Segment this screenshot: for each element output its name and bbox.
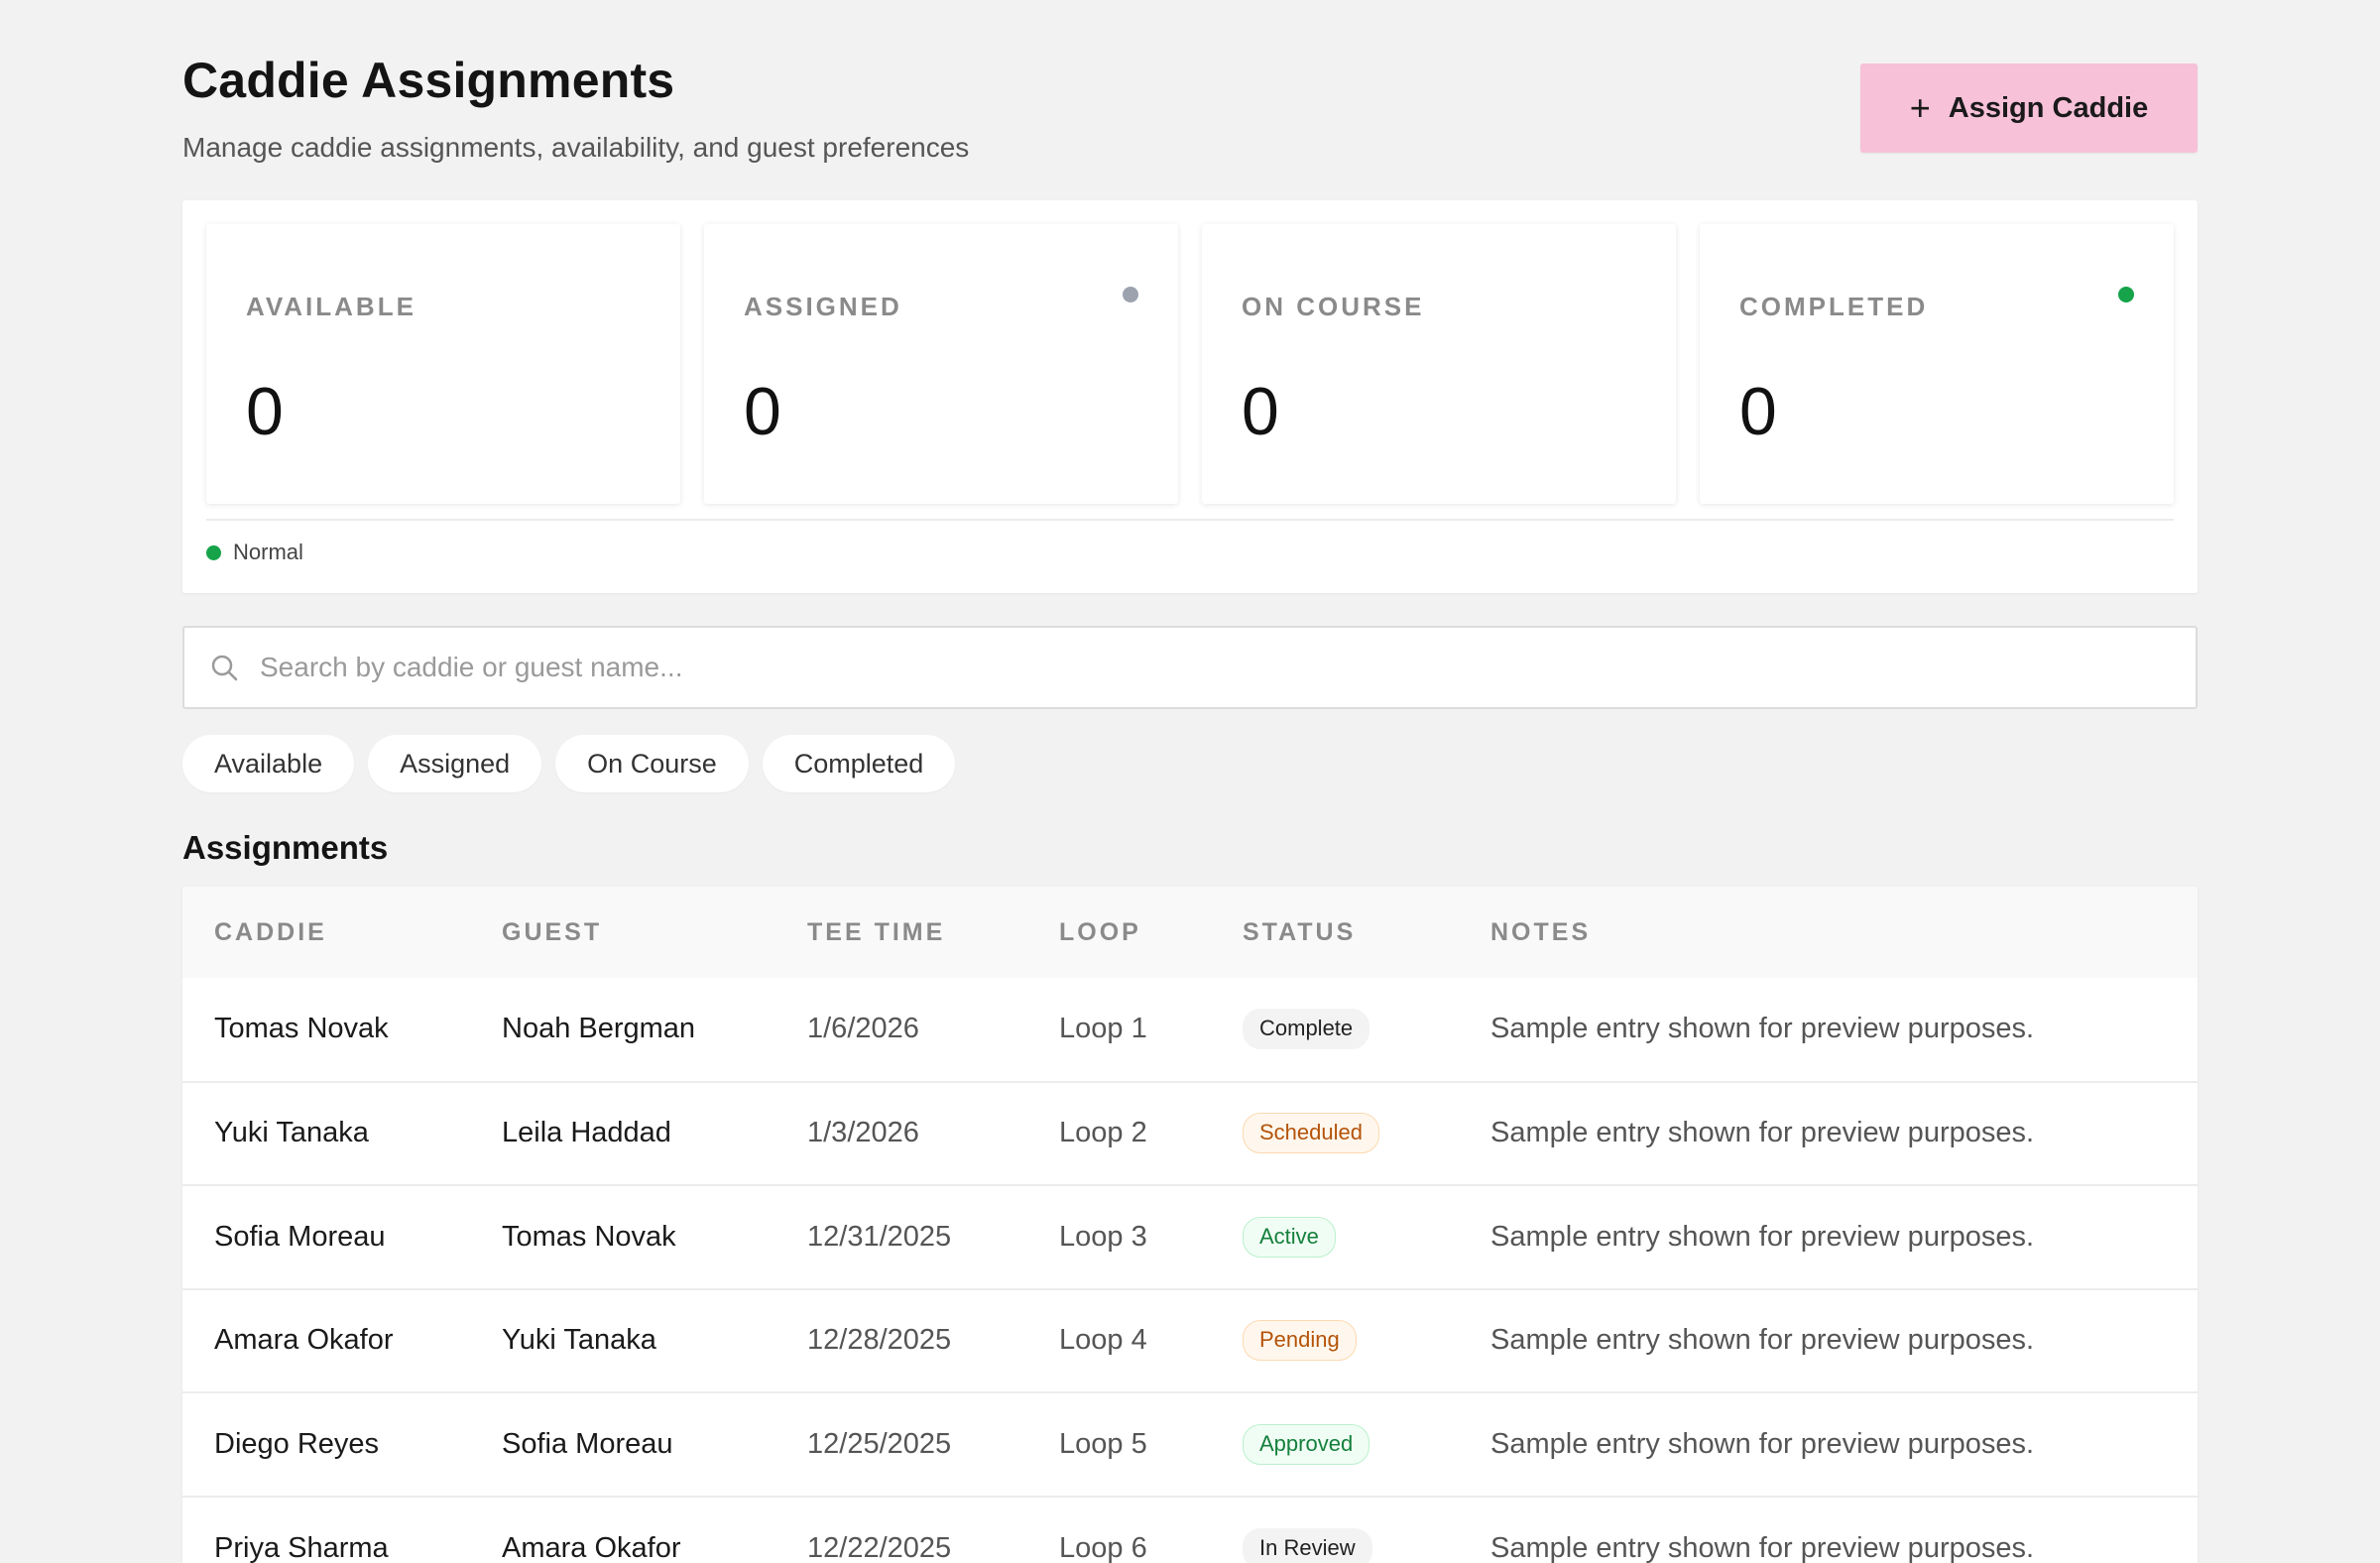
plus-icon: + <box>1909 87 1931 128</box>
table-header-row: CADDIE GUEST TEE TIME LOOP STATUS NOTES <box>182 887 2198 978</box>
stat-label: ON COURSE <box>1242 292 1425 321</box>
tee-time-cell: 12/25/2025 <box>807 1427 952 1460</box>
notes-cell: Sample entry shown for preview purposes. <box>1490 1324 2035 1357</box>
assignments-table: CADDIE GUEST TEE TIME LOOP STATUS NOTES … <box>182 887 2198 1563</box>
filter-chips: Available Assigned On Course Completed <box>182 735 956 792</box>
table-row[interactable]: Tomas Novak Noah Bergman 1/6/2026 Loop 1… <box>182 978 2198 1082</box>
page: Caddie Assignments Manage caddie assignm… <box>182 0 2198 1563</box>
status-badge: Approved <box>1243 1423 1370 1465</box>
assign-caddie-button[interactable]: + Assign Caddie <box>1860 63 2198 153</box>
caddie-cell: Priya Sharma <box>214 1531 389 1563</box>
status-cell: Pending <box>1211 1289 1459 1393</box>
guest-cell: Yuki Tanaka <box>502 1324 656 1357</box>
guest-cell: Noah Bergman <box>502 1013 696 1045</box>
stat-card-completed: COMPLETED 0 <box>1700 224 2174 504</box>
table-row[interactable]: Yuki Tanaka Leila Haddad 1/3/2026 Loop 2… <box>182 1081 2198 1186</box>
page-title: Caddie Assignments <box>182 53 675 108</box>
filter-available[interactable]: Available <box>182 735 355 792</box>
loop-cell: Loop 6 <box>1059 1531 1147 1563</box>
legend-label: Normal <box>233 540 303 564</box>
status-cell: Scheduled <box>1211 1082 1459 1186</box>
assign-caddie-label: Assign Caddie <box>1948 91 2149 124</box>
column-header-tee-time: TEE TIME <box>807 917 946 946</box>
stat-value: 0 <box>1739 374 1777 449</box>
page-header: Caddie Assignments Manage caddie assignm… <box>182 0 2198 200</box>
guest-cell: Leila Haddad <box>502 1117 671 1149</box>
page-subtitle: Manage caddie assignments, availability,… <box>182 132 970 163</box>
stat-card-assigned: ASSIGNED 0 <box>704 224 1178 504</box>
table-row[interactable]: Diego Reyes Sofia Moreau 12/25/2025 Loop… <box>182 1392 2198 1497</box>
stat-value: 0 <box>246 374 284 449</box>
filter-completed[interactable]: Completed <box>762 735 956 792</box>
status-cell: Approved <box>1211 1392 1459 1497</box>
status-badge: In Review <box>1243 1527 1372 1563</box>
notes-cell: Sample entry shown for preview purposes. <box>1490 1117 2035 1149</box>
caddie-cell: Tomas Novak <box>214 1013 389 1045</box>
table-row[interactable]: Amara Okafor Yuki Tanaka 12/28/2025 Loop… <box>182 1288 2198 1393</box>
status-dot <box>2118 287 2134 302</box>
guest-cell: Amara Okafor <box>502 1531 681 1563</box>
column-header-guest: GUEST <box>502 917 603 946</box>
tee-time-cell: 12/28/2025 <box>807 1324 952 1357</box>
tee-time-cell: 12/22/2025 <box>807 1531 952 1563</box>
section-title: Assignments <box>182 829 389 866</box>
stat-card-on-course: ON COURSE 0 <box>1202 224 1676 504</box>
status-cell: Active <box>1211 1185 1459 1289</box>
table-row[interactable]: Sofia Moreau Tomas Novak 12/31/2025 Loop… <box>182 1185 2198 1289</box>
search-box <box>182 626 2198 709</box>
stat-value: 0 <box>744 374 781 449</box>
status-badge: Active <box>1243 1216 1336 1258</box>
column-header-status: STATUS <box>1243 917 1357 946</box>
status-badge: Scheduled <box>1243 1113 1379 1154</box>
caddie-cell: Diego Reyes <box>214 1427 380 1460</box>
stat-label: ASSIGNED <box>744 292 902 321</box>
loop-cell: Loop 1 <box>1059 1013 1147 1045</box>
tee-time-cell: 1/6/2026 <box>807 1013 919 1045</box>
status-cell: In Review <box>1211 1497 1459 1563</box>
guest-cell: Sofia Moreau <box>502 1427 673 1460</box>
tee-time-cell: 12/31/2025 <box>807 1220 952 1253</box>
status-dot <box>1123 287 1138 302</box>
legend: Normal <box>206 540 303 565</box>
loop-cell: Loop 5 <box>1059 1427 1147 1460</box>
search-icon <box>211 655 238 681</box>
tee-time-cell: 1/3/2026 <box>807 1117 919 1149</box>
stats-panel: AVAILABLE 0 ASSIGNED 0 ON COURSE 0 COMPL… <box>182 200 2198 593</box>
guest-cell: Tomas Novak <box>502 1220 676 1253</box>
caddie-cell: Yuki Tanaka <box>214 1117 369 1149</box>
column-header-loop: LOOP <box>1059 917 1141 946</box>
loop-cell: Loop 2 <box>1059 1117 1147 1149</box>
table-row[interactable]: Priya Sharma Amara Okafor 12/22/2025 Loo… <box>182 1496 2198 1563</box>
stat-label: AVAILABLE <box>246 292 416 321</box>
legend-dot <box>206 544 221 560</box>
column-header-caddie: CADDIE <box>214 917 327 946</box>
notes-cell: Sample entry shown for preview purposes. <box>1490 1013 2035 1045</box>
stat-value: 0 <box>1242 374 1279 449</box>
status-badge: Complete <box>1243 1009 1370 1050</box>
notes-cell: Sample entry shown for preview purposes. <box>1490 1220 2035 1253</box>
status-cell: Complete <box>1211 978 1459 1082</box>
notes-cell: Sample entry shown for preview purposes. <box>1490 1531 2035 1563</box>
loop-cell: Loop 3 <box>1059 1220 1147 1253</box>
divider <box>206 519 2174 521</box>
stat-label: COMPLETED <box>1739 292 1929 321</box>
column-header-notes: NOTES <box>1490 917 1592 946</box>
caddie-cell: Amara Okafor <box>214 1324 394 1357</box>
filter-assigned[interactable]: Assigned <box>368 735 542 792</box>
stat-cards: AVAILABLE 0 ASSIGNED 0 ON COURSE 0 COMPL… <box>206 224 2174 504</box>
loop-cell: Loop 4 <box>1059 1324 1147 1357</box>
stat-card-available: AVAILABLE 0 <box>206 224 680 504</box>
filter-on-course[interactable]: On Course <box>555 735 749 792</box>
search-input[interactable] <box>260 628 2144 707</box>
notes-cell: Sample entry shown for preview purposes. <box>1490 1427 2035 1460</box>
caddie-cell: Sofia Moreau <box>214 1220 386 1253</box>
status-badge: Pending <box>1243 1320 1357 1362</box>
